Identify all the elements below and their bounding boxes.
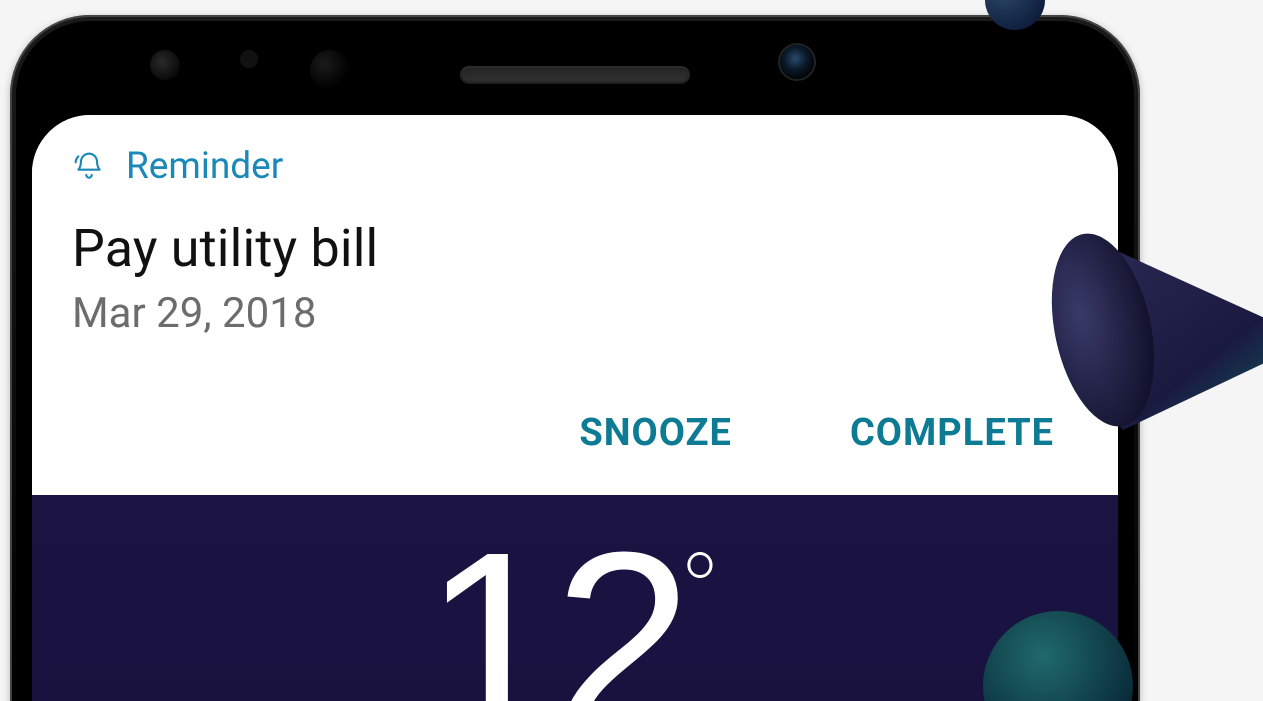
front-camera-icon (780, 45, 814, 79)
complete-button[interactable]: COMPLETE (846, 401, 1058, 465)
reminder-notification[interactable]: Reminder Pay utility bill Mar 29, 2018 S… (32, 115, 1118, 495)
snooze-button[interactable]: SNOOZE (575, 401, 736, 465)
phone-screen: Reminder Pay utility bill Mar 29, 2018 S… (32, 115, 1118, 701)
notification-actions: SNOOZE COMPLETE (575, 401, 1058, 465)
lockscreen-wallpaper (32, 495, 1118, 701)
speaker-grille (10, 60, 1140, 90)
phone-frame: Reminder Pay utility bill Mar 29, 2018 S… (10, 15, 1140, 701)
notification-header: Reminder (72, 145, 1078, 188)
notification-title: Pay utility bill (72, 218, 1078, 279)
notification-app-label: Reminder (126, 145, 283, 188)
notification-date: Mar 29, 2018 (72, 289, 1078, 338)
reminder-bell-icon (72, 150, 106, 184)
